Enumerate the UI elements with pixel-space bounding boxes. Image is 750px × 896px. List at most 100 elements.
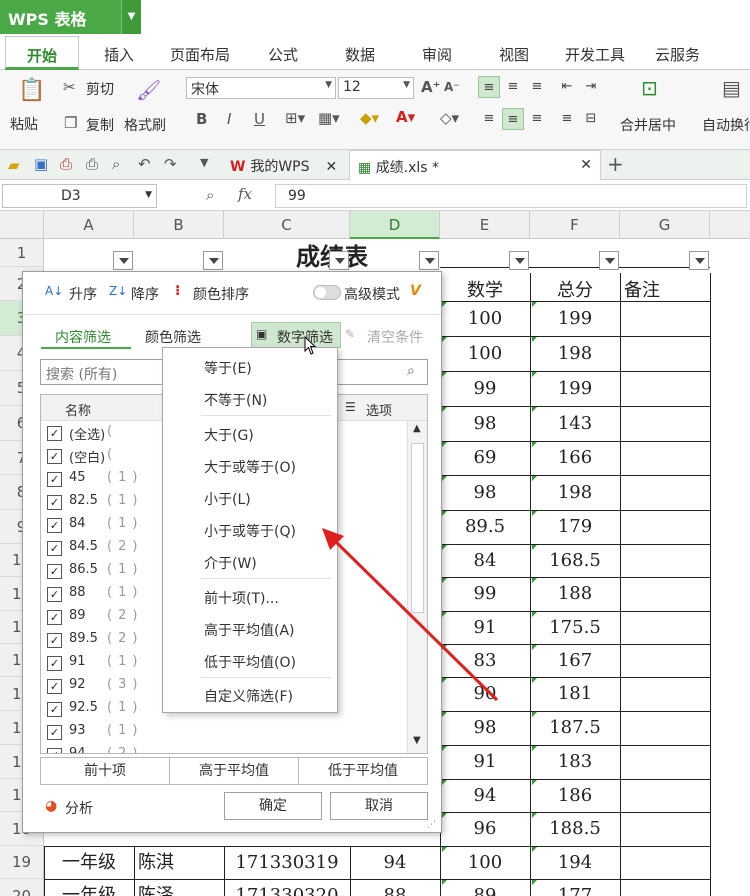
row-header[interactable]: 1 xyxy=(0,239,44,267)
total-cell[interactable]: 198 xyxy=(530,475,620,510)
total-cell[interactable]: 166 xyxy=(530,441,620,475)
redo-icon[interactable]: ↷ xyxy=(164,155,177,173)
merge-center-icon[interactable]: ⊡ xyxy=(641,76,658,100)
underline-button[interactable]: U xyxy=(254,110,265,128)
math-cell[interactable]: 89.5 xyxy=(440,510,530,544)
tab-cloud[interactable]: 云服务 xyxy=(655,44,700,65)
total-cell[interactable]: 143 xyxy=(530,406,620,441)
score-cell[interactable]: 88 xyxy=(350,879,440,896)
justify-icon[interactable]: ≡ xyxy=(556,108,578,130)
checkbox[interactable]: ✓ xyxy=(47,702,62,717)
checkbox[interactable]: ✓ xyxy=(47,679,62,694)
menu-item-equals[interactable]: 等于(E) xyxy=(204,358,252,378)
total-cell[interactable]: 188.5 xyxy=(530,812,620,846)
math-cell[interactable]: 83 xyxy=(440,644,530,677)
column-header[interactable]: A xyxy=(44,211,134,239)
font-name-select[interactable]: 宋体 ▼ xyxy=(186,77,336,99)
math-cell[interactable]: 99 xyxy=(440,577,530,611)
print-preview-icon[interactable]: ⌕ xyxy=(112,155,120,173)
name-cell[interactable]: 陈泽 xyxy=(134,879,224,896)
chevron-down-icon[interactable]: ▼ xyxy=(145,190,152,200)
align-center-icon[interactable]: ≡ xyxy=(502,108,524,130)
filter-dropdown-button[interactable] xyxy=(113,251,133,270)
total-cell[interactable]: 183 xyxy=(530,745,620,779)
copy-icon[interactable]: ❐ xyxy=(64,114,77,132)
filter-dropdown-button[interactable] xyxy=(689,251,709,270)
below-average-button[interactable]: 低于平均值 xyxy=(299,758,427,784)
name-cell[interactable]: 陈淇 xyxy=(134,846,224,879)
math-cell[interactable]: 94 xyxy=(440,779,530,812)
options-icon[interactable]: ☰ xyxy=(345,400,356,414)
grade-cell[interactable]: 一年级 xyxy=(44,879,134,896)
export-pdf-icon[interactable]: ⎙ xyxy=(60,155,72,173)
checkbox[interactable]: ✓ xyxy=(47,610,62,625)
checkbox[interactable]: ✓ xyxy=(47,472,62,487)
cell-fill-icon[interactable]: ▦▾ xyxy=(318,109,340,127)
header-cell-note[interactable]: 备注 xyxy=(620,273,710,308)
ok-button[interactable]: 确定 xyxy=(224,792,322,820)
total-cell[interactable]: 168.5 xyxy=(530,544,620,577)
id-cell[interactable]: 171330320 xyxy=(224,879,350,896)
sort-ascending-button[interactable]: 升序 xyxy=(69,284,97,304)
tab-page-layout[interactable]: 页面布局 xyxy=(170,44,230,65)
math-cell[interactable]: 99 xyxy=(440,371,530,406)
checkbox[interactable]: ✓ xyxy=(47,748,62,753)
filter-dropdown-button[interactable] xyxy=(509,251,529,270)
checkbox[interactable]: ✓ xyxy=(47,541,62,556)
wrap-text-icon[interactable]: ▤ xyxy=(722,76,741,100)
font-color-icon[interactable]: A▾ xyxy=(396,108,415,126)
math-cell[interactable]: 84 xyxy=(440,544,530,577)
color-sort-icon[interactable]: ⁝ xyxy=(175,283,180,299)
checkbox[interactable]: ✓ xyxy=(47,518,62,533)
total-cell[interactable]: 188 xyxy=(530,577,620,611)
scrollbar[interactable]: ▲ ▼ xyxy=(407,421,427,753)
color-sort-button[interactable]: 颜色排序 xyxy=(193,284,249,304)
clear-format-icon[interactable]: ◇▾ xyxy=(440,109,459,127)
fill-color-icon[interactable]: ◆▾ xyxy=(360,109,379,127)
column-header[interactable]: D xyxy=(350,211,440,239)
app-logo-button[interactable]: WPS 表格 ▼ xyxy=(0,0,141,34)
tab-number-filter[interactable]: ▣ 数字筛选 xyxy=(251,322,341,348)
options-button[interactable]: 选项 xyxy=(366,400,392,419)
quick-access-chevron-icon[interactable]: ▼ xyxy=(200,156,208,169)
align-left-icon[interactable]: ≡ xyxy=(478,108,500,130)
align-right-icon[interactable]: ≡ xyxy=(526,108,548,130)
merge-center-button[interactable]: 合并居中 xyxy=(620,115,676,135)
menu-item-less-than[interactable]: 小于(L) xyxy=(204,489,251,509)
border-icon[interactable]: ⊞▾ xyxy=(285,109,305,127)
print-icon[interactable]: ⎙ xyxy=(86,155,98,173)
total-cell[interactable]: 199 xyxy=(530,371,620,406)
menu-item-below-average[interactable]: 低于平均值(O) xyxy=(204,652,296,672)
filter-dropdown-button[interactable] xyxy=(599,251,619,270)
font-shrink-icon[interactable]: A⁻ xyxy=(444,80,460,94)
tab-content-filter[interactable]: 内容筛选 xyxy=(55,327,111,347)
filter-dropdown-button[interactable] xyxy=(203,251,223,270)
app-menu-chevron-icon[interactable]: ▼ xyxy=(121,0,141,34)
math-cell[interactable]: 100 xyxy=(440,336,530,371)
total-cell[interactable]: 186 xyxy=(530,779,620,812)
column-header[interactable]: C xyxy=(224,211,350,239)
distribute-icon[interactable]: ⊟ xyxy=(580,108,602,130)
total-cell[interactable]: 175.5 xyxy=(530,611,620,644)
tab-document[interactable]: ▦ 成绩.xls * ✕ xyxy=(349,150,601,180)
font-size-select[interactable]: 12 ▼ xyxy=(338,77,414,99)
column-header[interactable]: G xyxy=(620,211,710,239)
math-cell[interactable]: 100 xyxy=(440,301,530,336)
cancel-button[interactable]: 取消 xyxy=(330,792,428,820)
name-box[interactable]: D3 ▼ xyxy=(2,184,157,208)
math-cell[interactable]: 98 xyxy=(440,475,530,510)
menu-item-greater-than[interactable]: 大于(G) xyxy=(204,425,254,445)
sort-descending-button[interactable]: 降序 xyxy=(131,284,159,304)
id-cell[interactable]: 171330319 xyxy=(224,846,350,879)
checkbox[interactable]: ✓ xyxy=(47,495,62,510)
tab-data[interactable]: 数据 xyxy=(345,44,375,65)
column-header[interactable]: B xyxy=(134,211,224,239)
menu-item-greater-or-equal[interactable]: 大于或等于(O) xyxy=(204,457,296,477)
font-grow-icon[interactable]: A⁺ xyxy=(421,78,441,96)
pie-chart-icon[interactable]: ◕ xyxy=(45,798,57,814)
scroll-up-icon[interactable]: ▲ xyxy=(413,423,421,434)
format-painter-icon[interactable]: 🖌 xyxy=(136,78,161,102)
tab-color-filter[interactable]: 颜色筛选 xyxy=(145,327,201,347)
menu-item-custom-filter[interactable]: 自定义筛选(F) xyxy=(204,686,293,706)
zoom-search-icon[interactable]: ⌕ xyxy=(206,186,214,204)
